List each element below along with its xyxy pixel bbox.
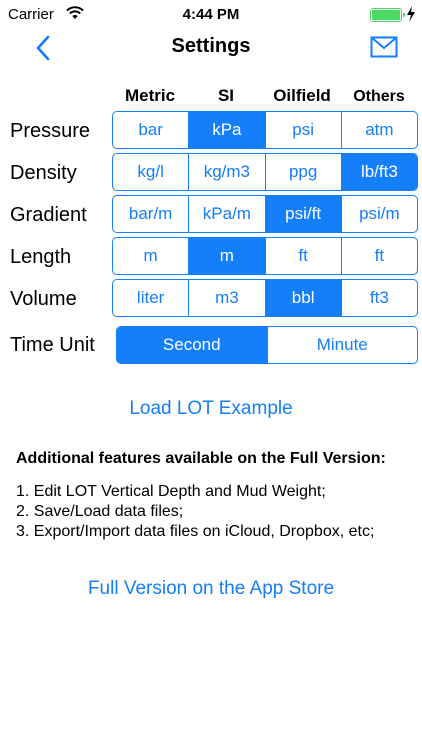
time-unit-segmented-control: Second Minute	[116, 326, 418, 364]
length-option-m-metric[interactable]: m	[113, 238, 190, 274]
gradient-option-bar-m[interactable]: bar/m	[113, 196, 190, 232]
page-title: Settings	[171, 35, 251, 57]
time-unit-label: Time Unit	[10, 334, 95, 356]
pressure-option-atm[interactable]: atm	[342, 112, 417, 148]
density-option-kg-m3[interactable]: kg/m3	[189, 154, 266, 190]
nav-bar: Settings	[0, 28, 422, 68]
mail-icon[interactable]	[370, 36, 398, 58]
feature-item: 2. Save/Load data files;	[16, 503, 184, 520]
status-bar: Carrier 4:44 PM	[0, 0, 422, 30]
volume-option-ft3[interactable]: ft3	[342, 280, 417, 316]
density-segmented-control: kg/l kg/m3 ppg lb/ft3	[112, 153, 418, 191]
time-unit-option-minute[interactable]: Minute	[268, 327, 418, 363]
gradient-option-psi-m[interactable]: psi/m	[342, 196, 417, 232]
column-header-si: SI	[217, 86, 235, 105]
density-option-lb-ft3[interactable]: lb/ft3	[341, 154, 417, 190]
feature-item: 3. Export/Import data files on iCloud, D…	[16, 523, 375, 540]
gradient-segmented-control: bar/m kPa/m psi/ft psi/m	[112, 195, 418, 233]
density-option-kg-l[interactable]: kg/l	[113, 154, 190, 190]
density-option-ppg[interactable]: ppg	[266, 154, 342, 190]
gradient-option-kpa-m[interactable]: kPa/m	[189, 196, 266, 232]
charging-bolt-icon	[407, 6, 415, 22]
length-label: Length	[10, 246, 72, 268]
pressure-segmented-control: bar kPa psi atm	[112, 111, 418, 149]
column-header-oilfield: Oilfield	[273, 86, 331, 105]
volume-label: Volume	[10, 288, 77, 310]
load-lot-example-button[interactable]: Load LOT Example	[0, 398, 422, 420]
length-option-ft-oilfield[interactable]: ft	[266, 238, 342, 274]
battery-icon	[370, 8, 405, 22]
pressure-option-psi[interactable]: psi	[266, 112, 342, 148]
pressure-option-kpa[interactable]: kPa	[189, 112, 266, 148]
gradient-label: Gradient	[10, 204, 87, 226]
features-list: 1. Edit LOT Vertical Depth and Mud Weigh…	[16, 482, 374, 542]
volume-option-liter[interactable]: liter	[113, 280, 190, 316]
volume-option-m3[interactable]: m3	[189, 280, 266, 316]
full-version-app-store-button[interactable]: Full Version on the App Store	[0, 578, 422, 600]
length-option-m-si[interactable]: m	[189, 238, 266, 274]
pressure-option-bar[interactable]: bar	[113, 112, 190, 148]
column-header-metric: Metric	[124, 86, 176, 105]
pressure-label: Pressure	[10, 120, 91, 142]
volume-option-bbl[interactable]: bbl	[265, 280, 342, 316]
volume-segmented-control: liter m3 bbl ft3	[112, 279, 418, 317]
gradient-option-psi-ft[interactable]: psi/ft	[265, 196, 342, 232]
length-segmented-control: m m ft ft	[112, 237, 418, 275]
length-option-ft-others[interactable]: ft	[342, 238, 417, 274]
density-label: Density	[10, 162, 77, 184]
feature-item: 1. Edit LOT Vertical Depth and Mud Weigh…	[16, 483, 326, 500]
features-title: Additional features available on the Ful…	[16, 450, 386, 467]
status-time: 4:44 PM	[182, 6, 240, 23]
time-unit-option-second[interactable]: Second	[117, 327, 268, 363]
column-header-others: Others	[353, 88, 405, 105]
